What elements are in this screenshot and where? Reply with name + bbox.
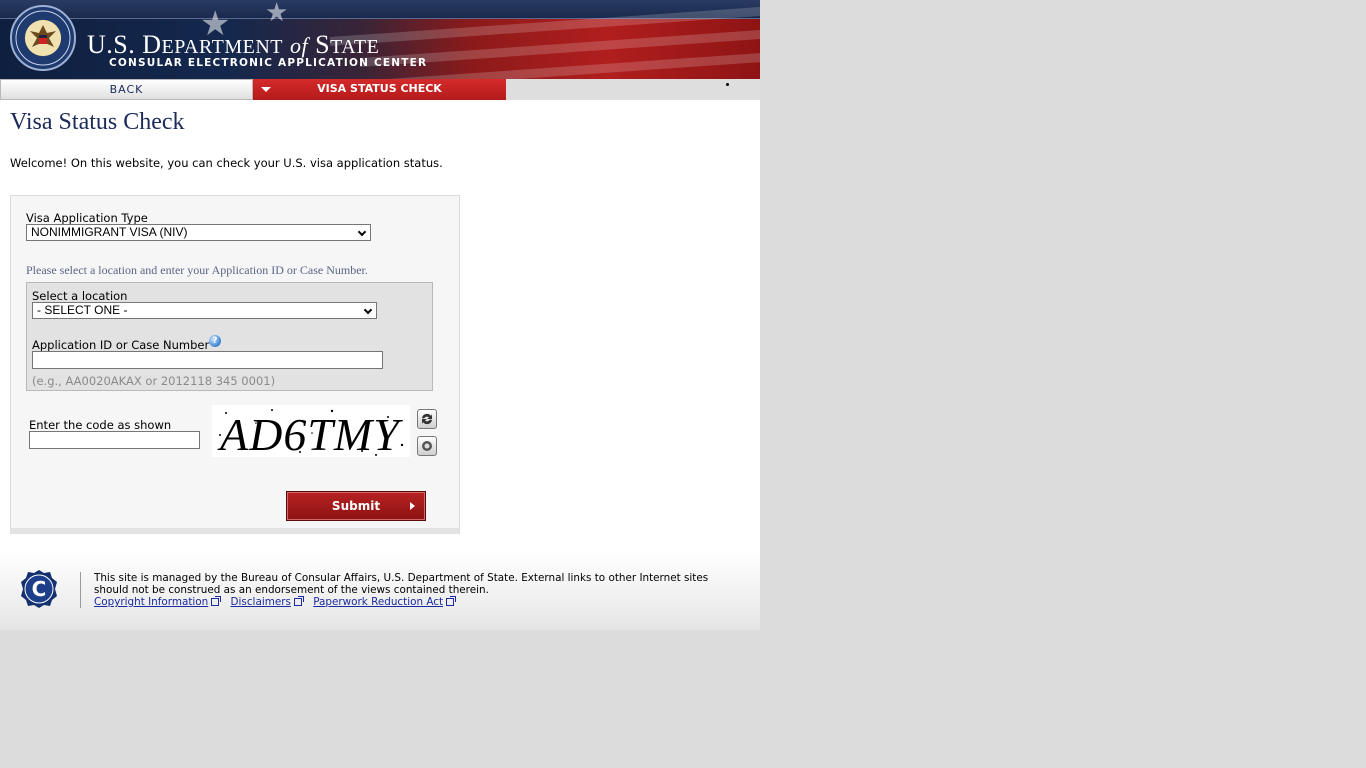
chevron-down-icon bbox=[357, 227, 367, 237]
submit-button[interactable]: Submit bbox=[286, 491, 426, 521]
dept-title-us: U.S. D bbox=[87, 30, 162, 59]
application-id-input[interactable] bbox=[32, 351, 383, 369]
dept-title-s: S bbox=[315, 30, 331, 59]
arrow-right-icon bbox=[410, 502, 415, 510]
status-form-panel: Visa Application Type NONIMMIGRANT VISA … bbox=[10, 195, 460, 534]
application-id-label: Application ID or Case Number bbox=[32, 338, 210, 352]
audio-icon[interactable] bbox=[417, 436, 437, 456]
instruction-text: Please select a location and enter your … bbox=[26, 263, 368, 277]
welcome-text: Welcome! On this website, you can check … bbox=[10, 156, 443, 170]
footer-divider bbox=[80, 572, 81, 608]
dept-title-of: of bbox=[289, 33, 309, 58]
page-title: Visa Status Check bbox=[10, 109, 185, 135]
caret-down-icon bbox=[261, 87, 271, 92]
department-subtitle: CONSULAR ELECTRONIC APPLICATION CENTER bbox=[109, 57, 428, 69]
captcha-text: AD6TMY bbox=[217, 409, 403, 457]
footer: C This site is managed by the Bureau of … bbox=[0, 551, 760, 630]
visa-type-label: Visa Application Type bbox=[26, 211, 148, 225]
department-of-state-seal-icon bbox=[10, 5, 76, 71]
submit-label: Submit bbox=[331, 499, 381, 513]
captcha-image: AD6TMY bbox=[212, 405, 410, 460]
external-link-icon bbox=[446, 596, 457, 606]
footer-disclaimer-text: This site is managed by the Bureau of Co… bbox=[94, 572, 709, 596]
visa-type-select[interactable]: NONIMMIGRANT VISA (NIV) bbox=[26, 224, 371, 241]
captcha-input[interactable] bbox=[29, 431, 200, 449]
disclaimers-link-label: Disclaimers bbox=[230, 596, 291, 608]
external-link-icon bbox=[211, 596, 222, 606]
tab-visa-status-check[interactable]: VISA STATUS CHECK bbox=[253, 79, 506, 100]
header-banner: ★ ★ U.S. DEPARTMENT of STATE CONSULAR EL… bbox=[0, 0, 760, 79]
back-button[interactable]: BACK bbox=[0, 79, 253, 100]
captcha-label: Enter the code as shown bbox=[29, 418, 172, 432]
nav-bar: BACK VISA STATUS CHECK bbox=[0, 79, 760, 100]
page: ★ ★ U.S. DEPARTMENT of STATE CONSULAR EL… bbox=[0, 0, 760, 630]
footer-links: Copyright Information Disclaimers Paperw… bbox=[94, 596, 462, 608]
dept-title-tate: TATE bbox=[330, 36, 380, 58]
location-label: Select a location bbox=[32, 289, 128, 303]
refresh-icon[interactable] bbox=[417, 409, 437, 429]
disclaimers-link[interactable]: Disclaimers bbox=[230, 596, 304, 608]
external-link-icon bbox=[293, 596, 304, 606]
svg-text:C: C bbox=[32, 577, 47, 601]
chevron-down-icon bbox=[363, 305, 373, 315]
dept-title-epartment: EPARTMENT bbox=[161, 36, 283, 58]
location-select[interactable]: - SELECT ONE - bbox=[32, 302, 377, 319]
visa-type-value: NONIMMIGRANT VISA (NIV) bbox=[31, 225, 188, 239]
copyright-link[interactable]: Copyright Information bbox=[94, 596, 222, 608]
department-title: U.S. DEPARTMENT of STATE bbox=[87, 30, 379, 60]
flag-star-icon: ★ bbox=[265, 0, 289, 28]
copyright-link-label: Copyright Information bbox=[94, 596, 209, 608]
application-id-example: (e.g., AA0020AKAX or 2012118 345 0001) bbox=[32, 374, 276, 388]
paperwork-reduction-link-label: Paperwork Reduction Act bbox=[313, 596, 444, 608]
tab-visa-status-check-label: VISA STATUS CHECK bbox=[317, 82, 442, 95]
location-box: Select a location - SELECT ONE - Applica… bbox=[26, 282, 433, 391]
paperwork-reduction-link[interactable]: Paperwork Reduction Act bbox=[313, 596, 457, 608]
consular-c-logo-icon: C bbox=[19, 569, 59, 609]
help-question-icon[interactable]: ? bbox=[209, 335, 221, 347]
nav-dot bbox=[726, 83, 729, 86]
location-value: - SELECT ONE - bbox=[37, 303, 128, 317]
